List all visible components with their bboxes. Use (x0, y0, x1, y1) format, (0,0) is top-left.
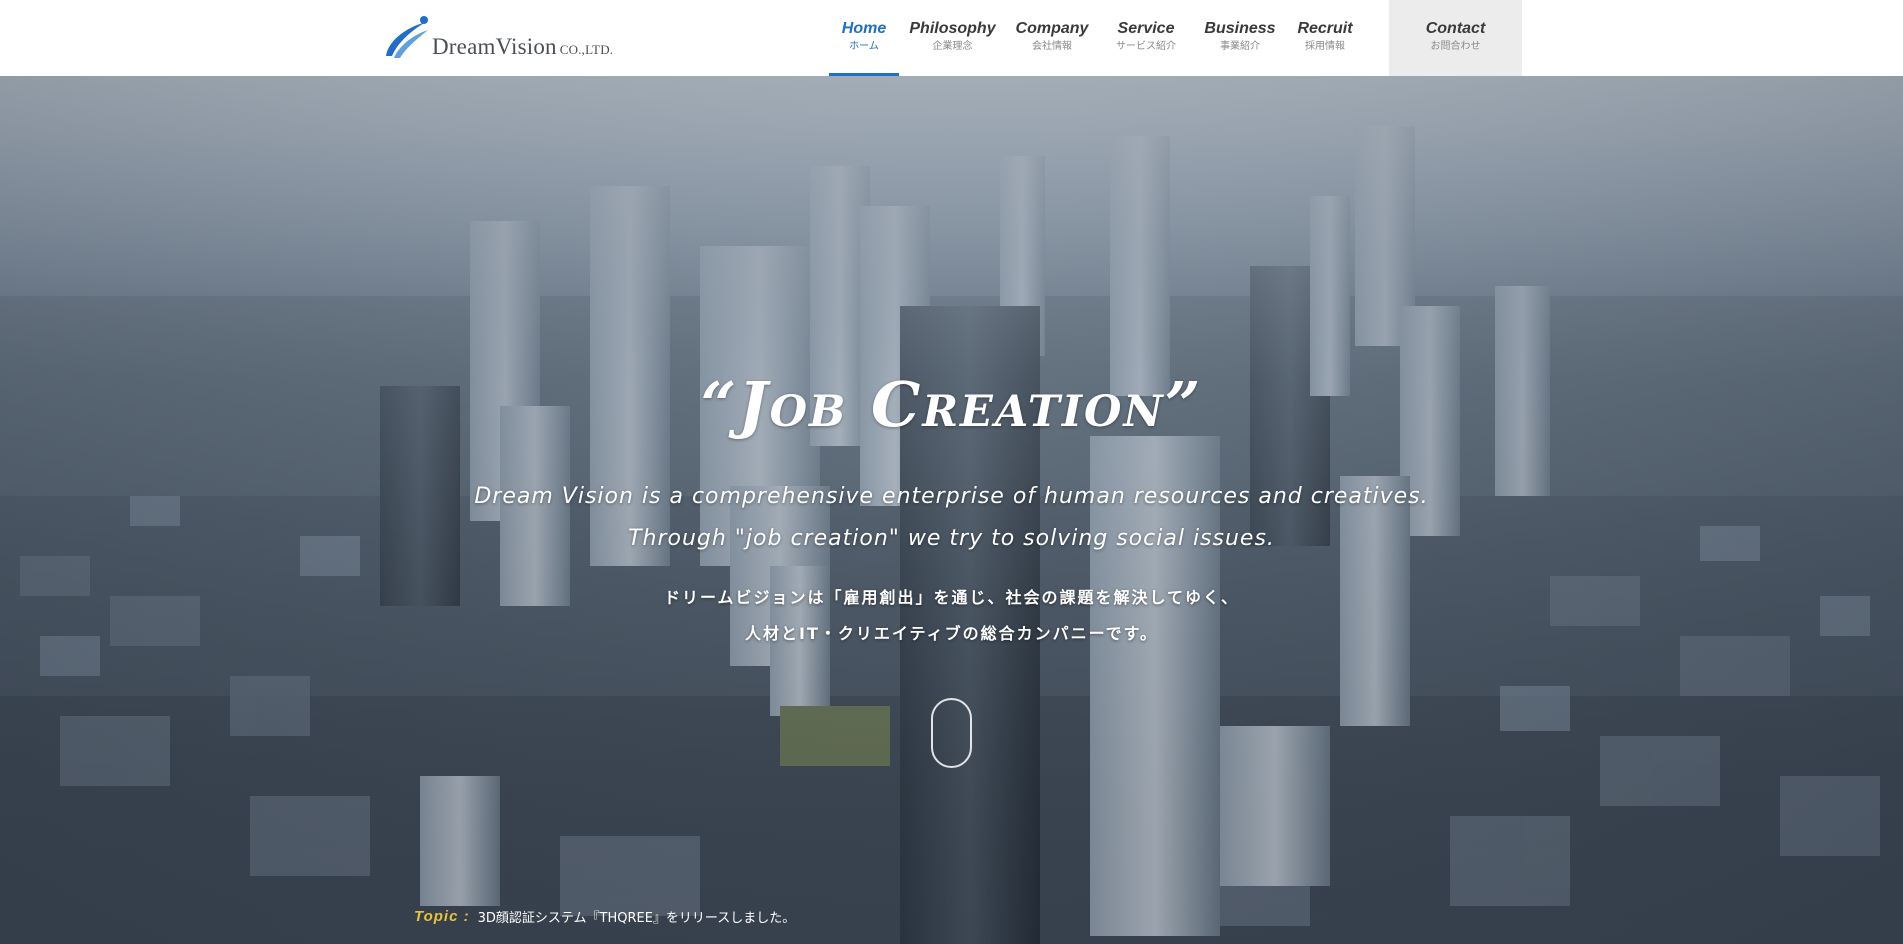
logo-wordmark: DreamVision CO.,LTD. (432, 34, 614, 59)
nav-label-jp: 採用情報 (1305, 40, 1345, 52)
site-logo[interactable]: DreamVision CO.,LTD. (382, 12, 613, 62)
nav-label-en: Philosophy (909, 19, 996, 37)
topic-label: Topic : (414, 907, 470, 925)
nav-label-jp: 会社情報 (1032, 40, 1072, 52)
nav-label-en: Home (841, 19, 887, 37)
hero-description-en: Dream Vision is a comprehensive enterpri… (0, 476, 1903, 560)
nav-label-jp: お問合わせ (1430, 40, 1481, 52)
topic-ticker: Topic : 3D顔認証システム『THQREE』をリリースしました。 (414, 904, 795, 928)
nav-label-jp: ホーム (849, 40, 879, 52)
hero-tagline: “Job Creation” (700, 368, 1203, 441)
hero-description-en-line: Through "job creation" we try to solving… (628, 526, 1275, 551)
hero-description-jp-line: 人材とIT・クリエイティブの総合カンパニーです。 (744, 624, 1159, 643)
nav-item-contact[interactable]: Contact お問合わせ (1389, 0, 1522, 76)
nav-label-jp: 事業紹介 (1220, 40, 1260, 52)
hero-description-jp-line: ドリームビジョンは「雇用創出」を通じ、社会の課題を解決してゆく、 (663, 588, 1240, 607)
nav-label-jp: サービス紹介 (1116, 40, 1176, 52)
hero-description-en-line: Dream Vision is a comprehensive enterpri… (474, 484, 1429, 509)
mouse-scroll-icon[interactable] (931, 698, 972, 768)
nav-item-home[interactable]: Home ホーム (829, 0, 899, 76)
nav-item-business[interactable]: Business 事業紹介 (1194, 0, 1286, 76)
nav-label-en: Business (1204, 19, 1276, 37)
nav-label-en: Recruit (1297, 19, 1353, 37)
topic-link[interactable]: 3D顔認証システム『THQREE』をリリースしました。 (478, 907, 796, 926)
nav-label-jp: 企業理念 (932, 40, 973, 52)
site-header: DreamVision CO.,LTD. Home ホーム Philosophy … (0, 0, 1903, 76)
nav-item-company[interactable]: Company 会社情報 (1006, 0, 1098, 76)
nav-label-en: Service (1117, 19, 1175, 37)
nav-item-philosophy[interactable]: Philosophy 企業理念 (899, 0, 1006, 76)
swoosh-logo-icon (386, 16, 428, 58)
nav-label-en: Contact (1425, 19, 1486, 37)
hero-section: “Job Creation” Dream Vision is a compreh… (0, 76, 1903, 944)
nav-item-service[interactable]: Service サービス紹介 (1098, 0, 1194, 76)
hero-description-jp: ドリームビジョンは「雇用創出」を通じ、社会の課題を解決してゆく、 人材とIT・ク… (0, 580, 1903, 652)
nav-label-en: Company (1015, 19, 1089, 37)
nav-item-recruit[interactable]: Recruit 採用情報 (1286, 0, 1364, 76)
main-nav: Home ホーム Philosophy 企業理念 Company 会社情報 Se… (829, 0, 1364, 76)
